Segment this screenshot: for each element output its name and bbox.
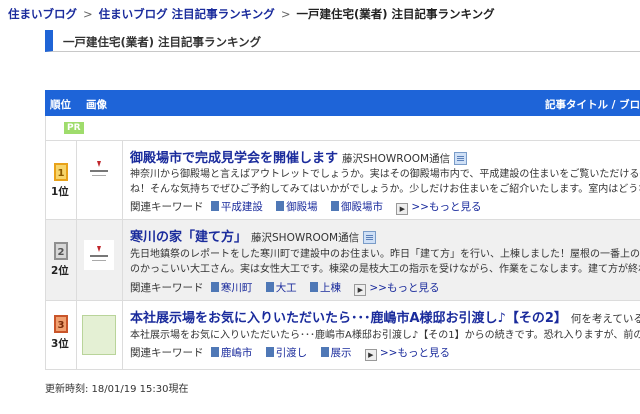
keyword-label: 関連キーワード (130, 282, 204, 294)
keyword-link[interactable]: 鹿嶋市 (210, 347, 252, 359)
company-logo-icon[interactable] (84, 240, 114, 270)
header-title: 記事タイトル / ブロ (545, 99, 640, 111)
rank-2-icon: 2 (54, 242, 68, 260)
rank-cell: 1 1位 (46, 141, 77, 219)
thumbnail-placeholder-icon[interactable] (82, 315, 116, 355)
keyword-link[interactable]: 御殿場市 (331, 201, 383, 213)
keyword-line: 関連キーワード 鹿嶋市 引渡し 展示 ▶ >>もっと見る (130, 345, 450, 361)
updated-time: 更新時刻: 18/01/19 15:30現在 (45, 384, 189, 395)
svg-text:2: 2 (58, 247, 65, 258)
pr-row: PR (45, 116, 640, 141)
keyword-link[interactable]: 平成建設 (210, 201, 263, 213)
more-link[interactable]: ▶ >>もっと見る (396, 201, 481, 215)
blog-name: 何を考えているの (570, 313, 640, 325)
rank-cell: 3 3位 (46, 301, 77, 369)
tag-icon (210, 347, 219, 357)
article-snippet: のかっこいい大工さん。実は女性大工です。棟梁の是枝大工の指示を受けながら、作業を… (130, 264, 640, 275)
article-title-link[interactable]: 寒川の家「建て方」 (130, 230, 247, 245)
arrow-right-icon: ▶ (354, 284, 367, 296)
image-cell (76, 141, 123, 219)
rank-label: 3位 (51, 338, 69, 350)
table-row: 3 3位 本社展示場をお気に入りいただいたら･･･鹿嶋市A様邸お引渡し♪【その2… (45, 301, 640, 370)
page-title: 一戸建住宅(業者) 注目記事ランキング (45, 30, 640, 52)
breadcrumb-current: 一戸建住宅(業者) 注目記事ランキング (296, 7, 495, 21)
keyword-link[interactable]: 御殿場 (276, 201, 318, 213)
tag-icon (210, 282, 219, 292)
keyword-link[interactable]: 引渡し (265, 347, 307, 359)
table-row: 1 1位 御殿場市で完成見学会を開催します 藤沢SHOWROOM通信 神奈川から御… (45, 141, 640, 220)
tag-icon (265, 282, 274, 292)
document-icon[interactable] (454, 152, 468, 165)
tag-icon (265, 347, 274, 357)
svg-text:3: 3 (58, 320, 65, 331)
table-row: 2 2位 寒川の家「建て方」 藤沢SHOWROOM通信 先日地鎮祭のレポートをした… (45, 220, 640, 301)
blog-name: 藤沢SHOWROOM通信 (251, 232, 360, 244)
article-title-link[interactable]: 本社展示場をお気に入りいただいたら･･･鹿嶋市A様邸お引渡し♪【その2】 (130, 311, 567, 326)
ranking-table: 順位 画像 記事タイトル / ブロ PR 1 1位 御殿場市で完成見学会を開催し… (45, 90, 640, 370)
article-snippet: 本社展示場をお気に入りいただいたら･･･鹿嶋市A様邸お引渡し♪【その1】からの続… (130, 330, 640, 341)
document-icon[interactable] (363, 231, 377, 244)
keyword-label: 関連キーワード (130, 347, 204, 359)
rank-cell: 2 2位 (46, 220, 77, 300)
breadcrumb-separator: > (280, 7, 291, 21)
keyword-label: 関連キーワード (130, 201, 204, 213)
article-title-link[interactable]: 御殿場市で完成見学会を開催します (130, 151, 338, 166)
keyword-line: 関連キーワード 平成建設 御殿場 御殿場市 ▶ >>もっと見る (130, 199, 481, 215)
tag-icon (310, 282, 319, 292)
breadcrumb-separator: > (83, 7, 93, 21)
keyword-link[interactable]: 展示 (320, 347, 352, 359)
article-snippet: ね！そんな気持ちでぜひご予約してみてはいかがでしょうか。少しだけお住まいをご紹介… (130, 184, 640, 195)
company-logo-icon[interactable] (84, 155, 114, 185)
keyword-link[interactable]: 大工 (265, 282, 297, 294)
tag-icon (331, 201, 340, 211)
image-cell (76, 301, 123, 369)
rank-1-icon: 1 (54, 163, 68, 181)
keyword-link[interactable]: 上棟 (310, 282, 341, 294)
rank-label: 2位 (51, 265, 69, 277)
blog-name: 藤沢SHOWROOM通信 (342, 153, 451, 165)
header-image: 画像 (86, 99, 107, 111)
header-rank: 順位 (50, 99, 71, 111)
arrow-right-icon: ▶ (364, 349, 377, 361)
svg-text:1: 1 (58, 168, 65, 179)
breadcrumb-link-ranking[interactable]: 住まいブログ 注目記事ランキング (99, 7, 275, 21)
more-link[interactable]: ▶ >>もっと見る (354, 282, 439, 296)
arrow-right-icon: ▶ (396, 203, 409, 215)
keyword-line: 関連キーワード 寒川町 大工 上棟 ▶ >>もっと見る (130, 280, 439, 296)
breadcrumb: 住まいブログ > 住まいブログ 注目記事ランキング > 一戸建住宅(業者) 注目記事ラン… (8, 6, 495, 22)
image-cell (76, 220, 123, 300)
more-link[interactable]: ▶ >>もっと見る (364, 347, 450, 361)
tag-icon (320, 347, 329, 357)
table-header: 順位 画像 記事タイトル / ブロ (45, 90, 640, 116)
rank-3-icon: 3 (54, 315, 68, 333)
breadcrumb-link-blog[interactable]: 住まいブログ (8, 7, 77, 21)
article-snippet: 先日地鎮祭のレポートをした寒川町で建設中のお住まい。昨日「建て方」を行い、上棟し… (130, 249, 640, 260)
tag-icon (276, 201, 285, 211)
rank-label: 1位 (51, 186, 69, 198)
article-snippet: 神奈川から御殿場と言えばアウトレットでしょうか。実はその御殿場市内で、平成建設の… (130, 169, 640, 180)
tag-icon (210, 201, 219, 211)
keyword-link[interactable]: 寒川町 (210, 282, 252, 294)
pr-badge: PR (64, 122, 84, 134)
